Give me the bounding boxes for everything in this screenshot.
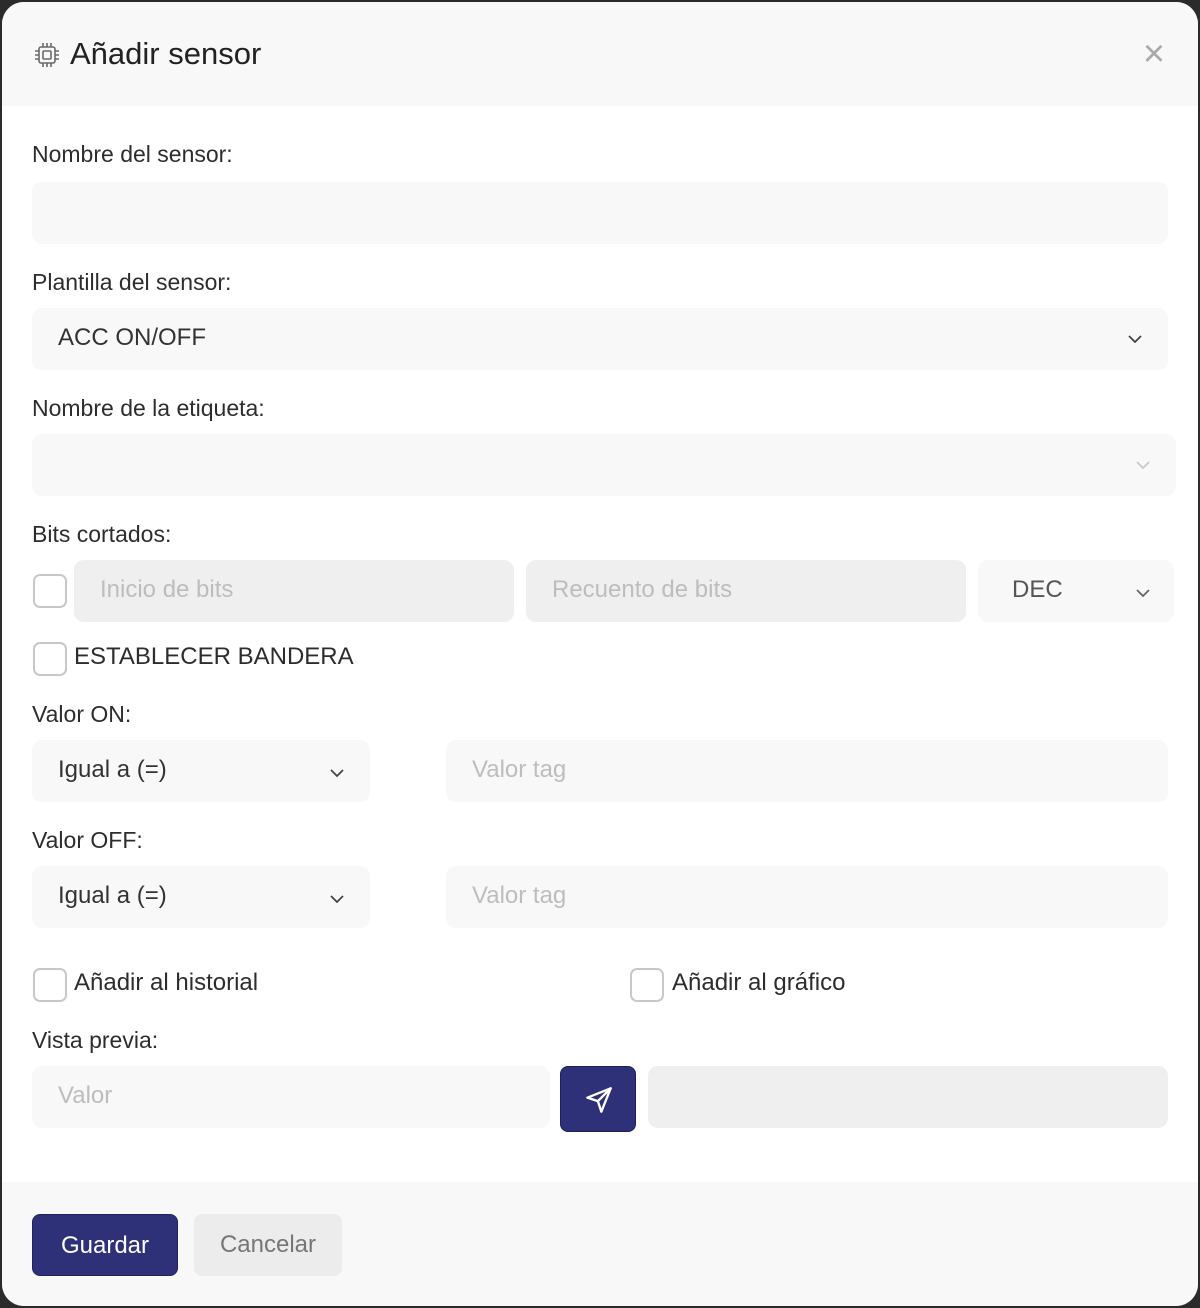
chip-icon	[33, 41, 61, 69]
cut-bits-checkbox[interactable]	[33, 574, 67, 608]
chevron-down-icon	[1128, 335, 1142, 343]
on-operator-select[interactable]: Igual a (=)	[32, 740, 370, 802]
bit-format-select[interactable]: DEC	[978, 560, 1174, 622]
save-button[interactable]: Guardar	[32, 1214, 178, 1276]
dialog-title: Añadir sensor	[70, 36, 262, 71]
add-to-history-checkbox[interactable]	[33, 968, 67, 1002]
off-value-placeholder: Valor tag	[472, 882, 567, 909]
add-to-chart-label: Añadir al gráfico	[672, 969, 846, 996]
send-preview-button[interactable]	[560, 1066, 636, 1132]
on-value-placeholder: Valor tag	[472, 756, 567, 783]
add-to-chart-checkbox[interactable]	[630, 968, 664, 1002]
add-to-history-label: Añadir al historial	[74, 969, 259, 996]
on-operator-value: Igual a (=)	[58, 756, 167, 783]
tag-name-select[interactable]	[32, 434, 1176, 496]
chevron-down-icon	[1136, 461, 1150, 469]
sensor-name-label: Nombre del sensor:	[32, 141, 233, 167]
add-sensor-dialog: Añadir sensor × Nombre del sensor: Plant…	[2, 2, 1198, 1306]
bit-count-placeholder: Recuento de bits	[552, 576, 733, 603]
set-flag-label: ESTABLECER BANDERA	[74, 643, 354, 670]
off-operator-select[interactable]: Igual a (=)	[32, 866, 370, 928]
close-icon[interactable]: ×	[1138, 35, 1170, 73]
cancel-button[interactable]: Cancelar	[194, 1214, 342, 1276]
on-value-input[interactable]: Valor tag	[446, 740, 1168, 802]
preview-result-output	[648, 1066, 1168, 1128]
preview-value-placeholder: Valor	[58, 1082, 113, 1109]
sensor-template-value: ACC ON/OFF	[58, 324, 206, 351]
on-value-label: Valor ON:	[32, 701, 132, 727]
dialog-header: Añadir sensor ×	[2, 2, 1198, 106]
bit-count-input[interactable]: Recuento de bits	[526, 560, 966, 622]
set-flag-checkbox[interactable]	[33, 642, 67, 676]
preview-label: Vista previa:	[32, 1027, 159, 1053]
cut-bits-label: Bits cortados:	[32, 521, 172, 547]
paper-plane-icon	[586, 1087, 612, 1113]
chevron-down-icon	[330, 769, 344, 777]
off-value-input[interactable]: Valor tag	[446, 866, 1168, 928]
dialog-footer: Guardar Cancelar	[2, 1182, 1198, 1306]
bit-start-placeholder: Inicio de bits	[100, 576, 234, 603]
chevron-down-icon	[1136, 589, 1150, 597]
tag-name-label: Nombre de la etiqueta:	[32, 395, 265, 421]
chevron-down-icon	[330, 895, 344, 903]
sensor-template-select[interactable]: ACC ON/OFF	[32, 308, 1168, 370]
off-value-label: Valor OFF:	[32, 827, 143, 853]
preview-value-input[interactable]: Valor	[32, 1066, 550, 1128]
bit-format-value: DEC	[1012, 576, 1063, 603]
sensor-name-input[interactable]	[32, 182, 1168, 244]
bit-start-input[interactable]: Inicio de bits	[74, 560, 514, 622]
sensor-template-label: Plantilla del sensor:	[32, 269, 232, 295]
off-operator-value: Igual a (=)	[58, 882, 167, 909]
